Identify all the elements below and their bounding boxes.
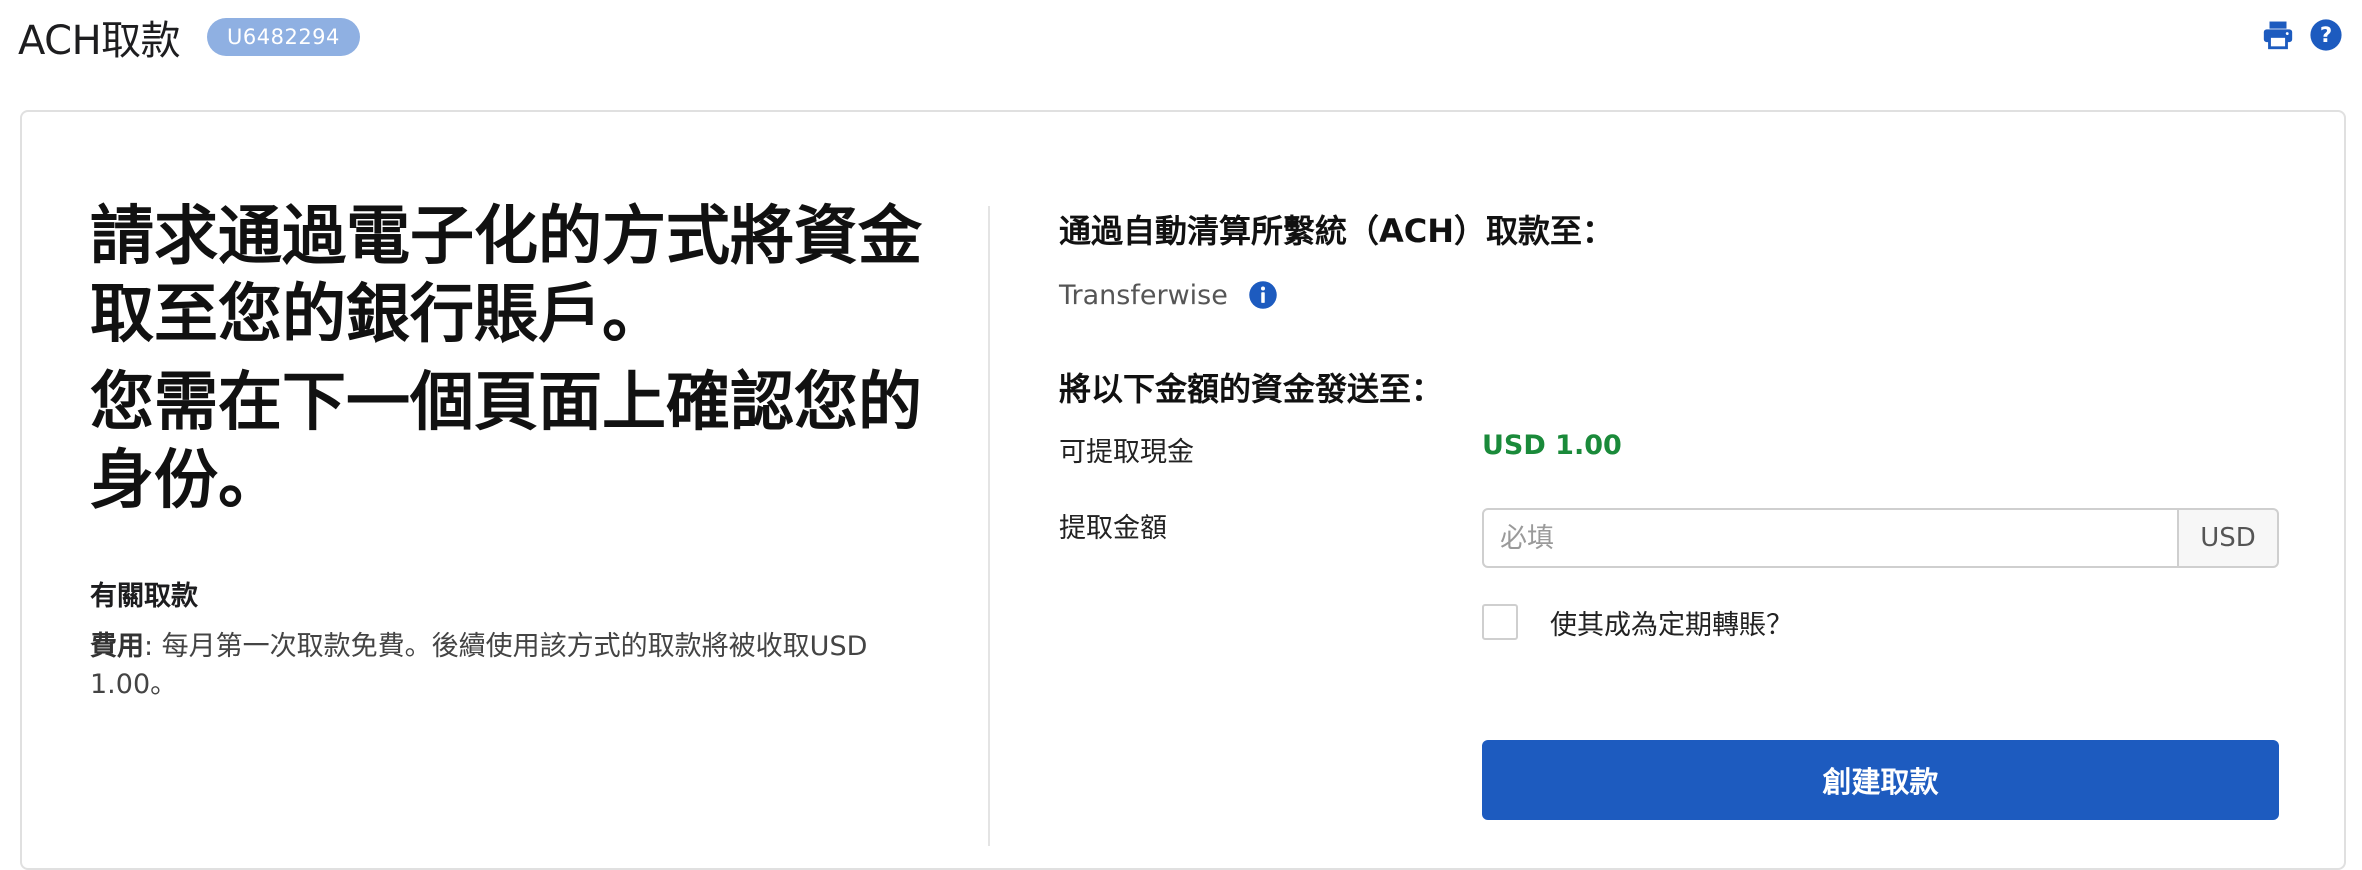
withdraw-amount-input[interactable]	[1482, 508, 2179, 568]
send-amount-title: 將以下金額的資金發送至：	[1059, 370, 1444, 408]
recurring-checkbox[interactable]	[1482, 604, 1518, 640]
create-withdrawal-button[interactable]: 創建取款	[1482, 740, 2279, 820]
help-icon[interactable]: ?	[2309, 18, 2343, 52]
currency-addon: USD	[2179, 508, 2279, 568]
intro-heading: 請求通過電子化的方式將資金取至您的銀行賬戶。 您需在下一個頁面上確認您的身份。	[90, 198, 930, 520]
ach-destination-title: 通過自動清算所繫統（ACH）取款至：	[1059, 212, 1615, 250]
recurring-label[interactable]: 使其成為定期轉賬？	[1550, 603, 1793, 642]
bank-name: Transferwise	[1059, 279, 1228, 311]
fee-info: 費用: 每月第一次取款免費。後續使用該方式的取款將被收取USD 1.00。	[90, 628, 910, 704]
svg-text:?: ?	[2320, 23, 2332, 48]
intro-line-2: 您需在下一個頁面上確認您的身份。	[90, 366, 922, 518]
fee-text: : 每月第一次取款免費。後續使用該方式的取款將被收取USD 1.00。	[90, 631, 868, 700]
page-title: ACH取款	[18, 18, 181, 64]
amount-input-group: USD	[1482, 508, 2279, 568]
available-cash-label: 可提取現金	[1059, 437, 1194, 468]
recurring-option: 使其成為定期轉賬？	[1482, 600, 1793, 644]
column-divider	[988, 206, 990, 846]
fee-label: 費用	[90, 631, 144, 662]
bank-row: Transferwise	[1059, 278, 1278, 312]
page-header: ACH取款 U6482294 ?	[0, 0, 2362, 80]
account-id-badge: U6482294	[207, 18, 360, 56]
about-withdrawal-title: 有關取款	[90, 581, 198, 612]
print-icon[interactable]	[2261, 18, 2295, 52]
available-cash-value: USD 1.00	[1482, 430, 1622, 461]
info-icon[interactable]	[1248, 280, 1278, 310]
withdraw-amount-label: 提取金額	[1059, 513, 1167, 544]
intro-line-1: 請求通過電子化的方式將資金取至您的銀行賬戶。	[90, 200, 922, 352]
